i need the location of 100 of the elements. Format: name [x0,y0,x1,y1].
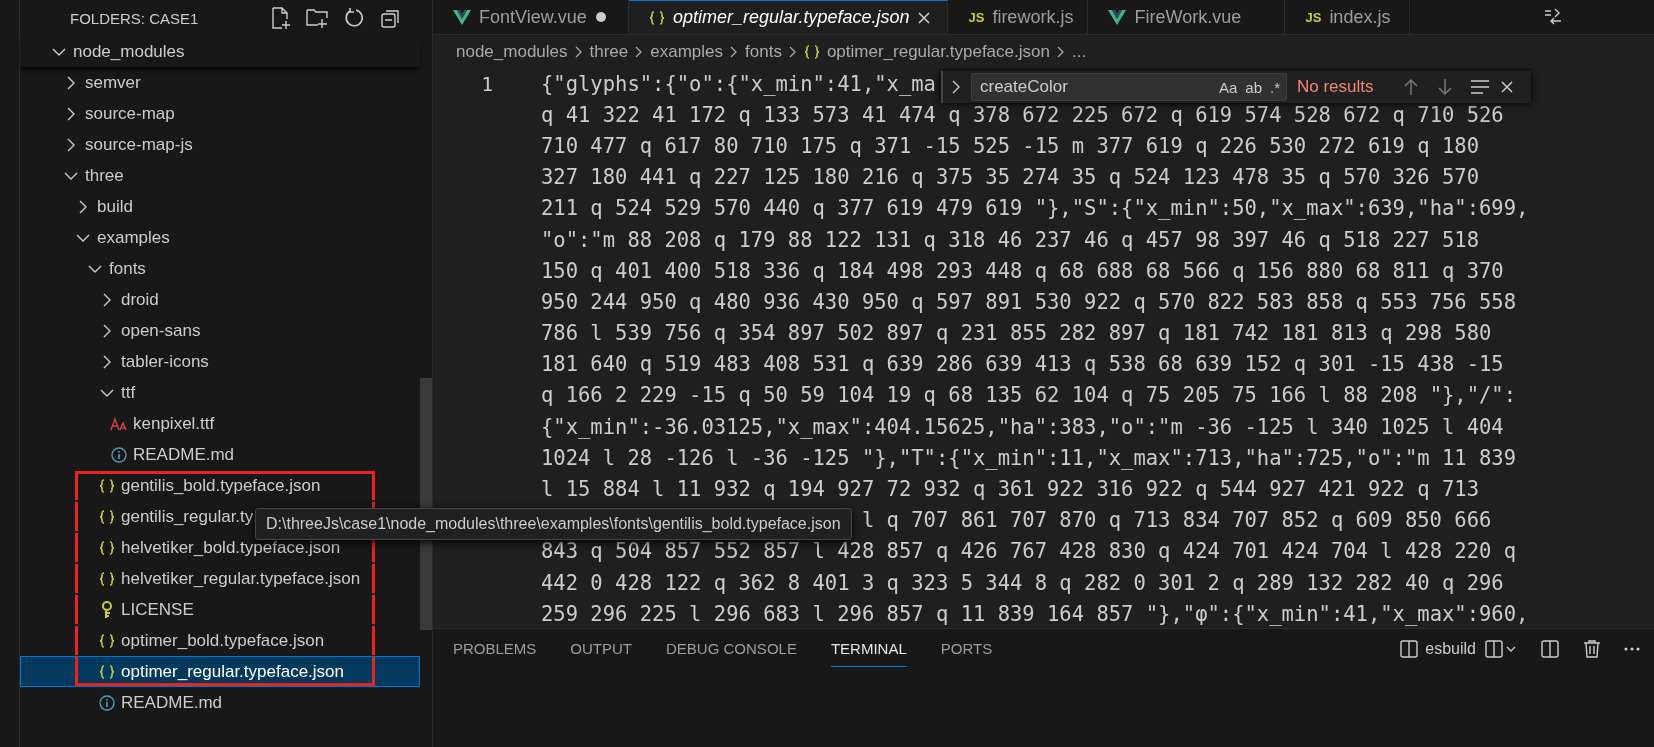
v-shape-icon [1108,9,1127,25]
new-file-icon [270,7,292,29]
chevron-right-icon [66,105,76,122]
more-icon [1624,647,1640,651]
panel-tab[interactable]: PROBLEMS [453,631,537,667]
panel-tab[interactable]: TERMINAL [830,631,907,667]
tree-item[interactable]: open-sans [20,315,420,346]
new-folder-icon [306,7,330,29]
code-text: 950 244 950 q 480 936 430 950 q 597 891 530 922 q 570 822 583 858 q 553 756 558 [541,289,1517,314]
tree-item[interactable]: README.md [20,687,420,718]
tree-item[interactable]: tabler-icons [20,346,420,377]
chevron-right-icon [102,353,112,370]
chevron-right-icon [788,44,797,59]
chevron-down-icon [75,232,91,243]
find-option-toggle[interactable]: Aa [1218,78,1238,96]
collapse-all-icon [380,7,402,29]
explorer-title: FOLDERS: CASE1 [70,9,200,27]
find-option-toggle[interactable]: .* [1270,78,1280,96]
code-text: 1024 l 28 -126 l -36 -125 "},"T":{"x_min":11,"x_max":713,"ha":725,"o":"m 11 839 [541,445,1517,470]
breadcrumb-item[interactable]: fonts [745,41,782,62]
selection-lines-icon [1469,79,1490,95]
panel-tab[interactable]: DEBUG CONSOLE [666,631,797,667]
chevron-right-icon [66,74,76,91]
info-icon [99,694,115,711]
path-tooltip: D:\threeJs\case1\node_modules\three\examples\fonts\gentilis_bold.typeface.json [255,508,852,540]
font-file-icon [110,416,128,431]
braces-icon [99,508,115,525]
chevron-right-icon [66,136,76,153]
chevron-right-icon [102,322,112,339]
find-option-toggle[interactable]: ab [1245,78,1262,96]
js-label: JS [1305,9,1322,25]
code-text: 211 q 524 529 570 440 q 377 619 479 619 "},"S":{"x_min":50,"x_max":639,"ha":699, [541,196,1529,221]
chevron-right-icon [951,79,961,95]
chevron-right-icon [574,44,583,59]
code-text: 327 180 441 q 227 125 180 216 q 375 35 274 35 q 524 123 478 35 q 570 326 570 [541,165,1479,190]
chevron-down-icon [87,263,103,274]
chevron-down-icon [99,387,115,398]
braces-icon [99,477,115,494]
tree-item[interactable]: node_modules [20,36,420,67]
braces-icon [99,570,115,587]
code-text: q 166 2 229 -15 q 50 59 104 19 q 68 135 62 104 q 75 205 75 166 l 88 208 "},"/": [541,383,1517,408]
terminal-selector[interactable]: esbuild [1399,639,1476,659]
braces-icon [99,632,115,649]
code-text: 150 q 401 400 518 336 q 184 498 293 448 q 68 688 68 566 q 156 880 68 811 q 370 [541,258,1504,283]
chevron-right-icon [1056,44,1065,59]
close-icon [1499,80,1514,94]
key-icon [100,600,114,619]
code-text: l 15 884 l 11 932 q 194 927 72 932 q 361 922 316 922 q 544 927 421 922 q 713 [541,477,1479,502]
chevron-down-icon [63,170,79,181]
braces-icon [99,663,115,680]
code-text: l q 707 861 707 870 q 713 834 707 852 q 609 850 666 [861,508,1492,533]
tree-item[interactable]: optimer_regular.typeface.json [20,656,420,687]
code-text: "o":"m 88 208 q 179 88 122 131 q 318 46 237 46 q 457 98 397 46 q 518 227 518 [541,227,1479,252]
tree-item[interactable]: semver [20,67,420,98]
tree-item[interactable]: kenpixel.ttf [20,408,420,439]
chevron-right-icon [730,44,739,59]
editor-tab[interactable]: JS index.js [1285,0,1411,34]
tree-item[interactable]: droid [20,284,420,315]
tree-item[interactable]: ttf [20,377,420,408]
js-label: JS [968,9,985,25]
editor-tab[interactable]: JS firework.js [948,0,1089,34]
line-number: 1 [480,72,494,95]
code-text: {"x_min":-36.03125,"x_max":404.15625,"ha":383,"o":"m -36 -125 l 340 1025 l 404 [541,414,1504,439]
breadcrumb-item[interactable]: node_modules [456,41,568,62]
code-text: 710 477 q 617 80 710 175 q 371 -15 525 -15 m 377 619 q 226 530 272 619 q 180 [541,133,1479,158]
tree-item[interactable]: README.md [20,439,420,470]
panel-tab[interactable]: OUTPUT [570,631,633,667]
code-text: q 41 322 41 172 q 133 573 41 474 q 378 672 225 672 q 619 574 528 672 q 710 526 [541,102,1504,127]
chevron-right-icon [102,291,112,308]
panel-tab[interactable]: PORTS [940,631,993,667]
tree-item[interactable]: source-map-js [20,129,420,160]
split-pane-icon [1399,639,1420,659]
editor-tab[interactable]: FireWork.vue [1088,0,1286,34]
find-result-text: No results [1297,77,1374,97]
braces-icon [649,9,665,26]
split-pane-icon [1540,639,1560,659]
breadcrumb-item[interactable]: ... [1071,41,1087,62]
breadcrumb-item[interactable]: optimer_regular.typeface.json [826,41,1050,62]
code-text: 181 640 q 519 483 408 531 q 639 286 639 413 q 538 68 639 152 q 301 -15 438 -15 [541,352,1504,377]
tree-item[interactable]: examples [20,222,420,253]
unsaved-dot-icon [594,11,607,23]
close-tab-icon [917,10,932,25]
code-text: 843 q 504 857 552 857 l 428 857 q 426 767 428 830 q 424 701 424 704 l 428 220 q [541,539,1517,564]
editor-tab[interactable]: optimer_regular.typeface.json [629,0,949,34]
breadcrumb-item[interactable]: three [589,41,629,62]
trash-icon [1582,639,1602,659]
braces-icon [99,539,115,556]
code-text: {"glyphs":{"o":{"x_min":41,"x_ma [541,71,936,96]
braces-icon [803,43,820,60]
chevron-right-icon [78,198,88,215]
tree-item[interactable]: source-map [20,98,420,129]
code-text: 786 l 539 756 q 354 897 502 897 q 231 855 282 897 q 181 742 181 813 q 298 580 [541,321,1492,346]
tree-item[interactable]: three [20,160,420,191]
refresh-icon [344,7,366,29]
find-input-field[interactable]: createColor Aa ab .* [971,73,1287,101]
tree-item[interactable]: build [20,191,420,222]
chevron-right-icon [635,44,644,59]
layout-dropdown-icon [1484,639,1518,659]
breadcrumb-item[interactable]: examples [650,41,724,62]
tree-item[interactable]: fonts [20,253,420,284]
